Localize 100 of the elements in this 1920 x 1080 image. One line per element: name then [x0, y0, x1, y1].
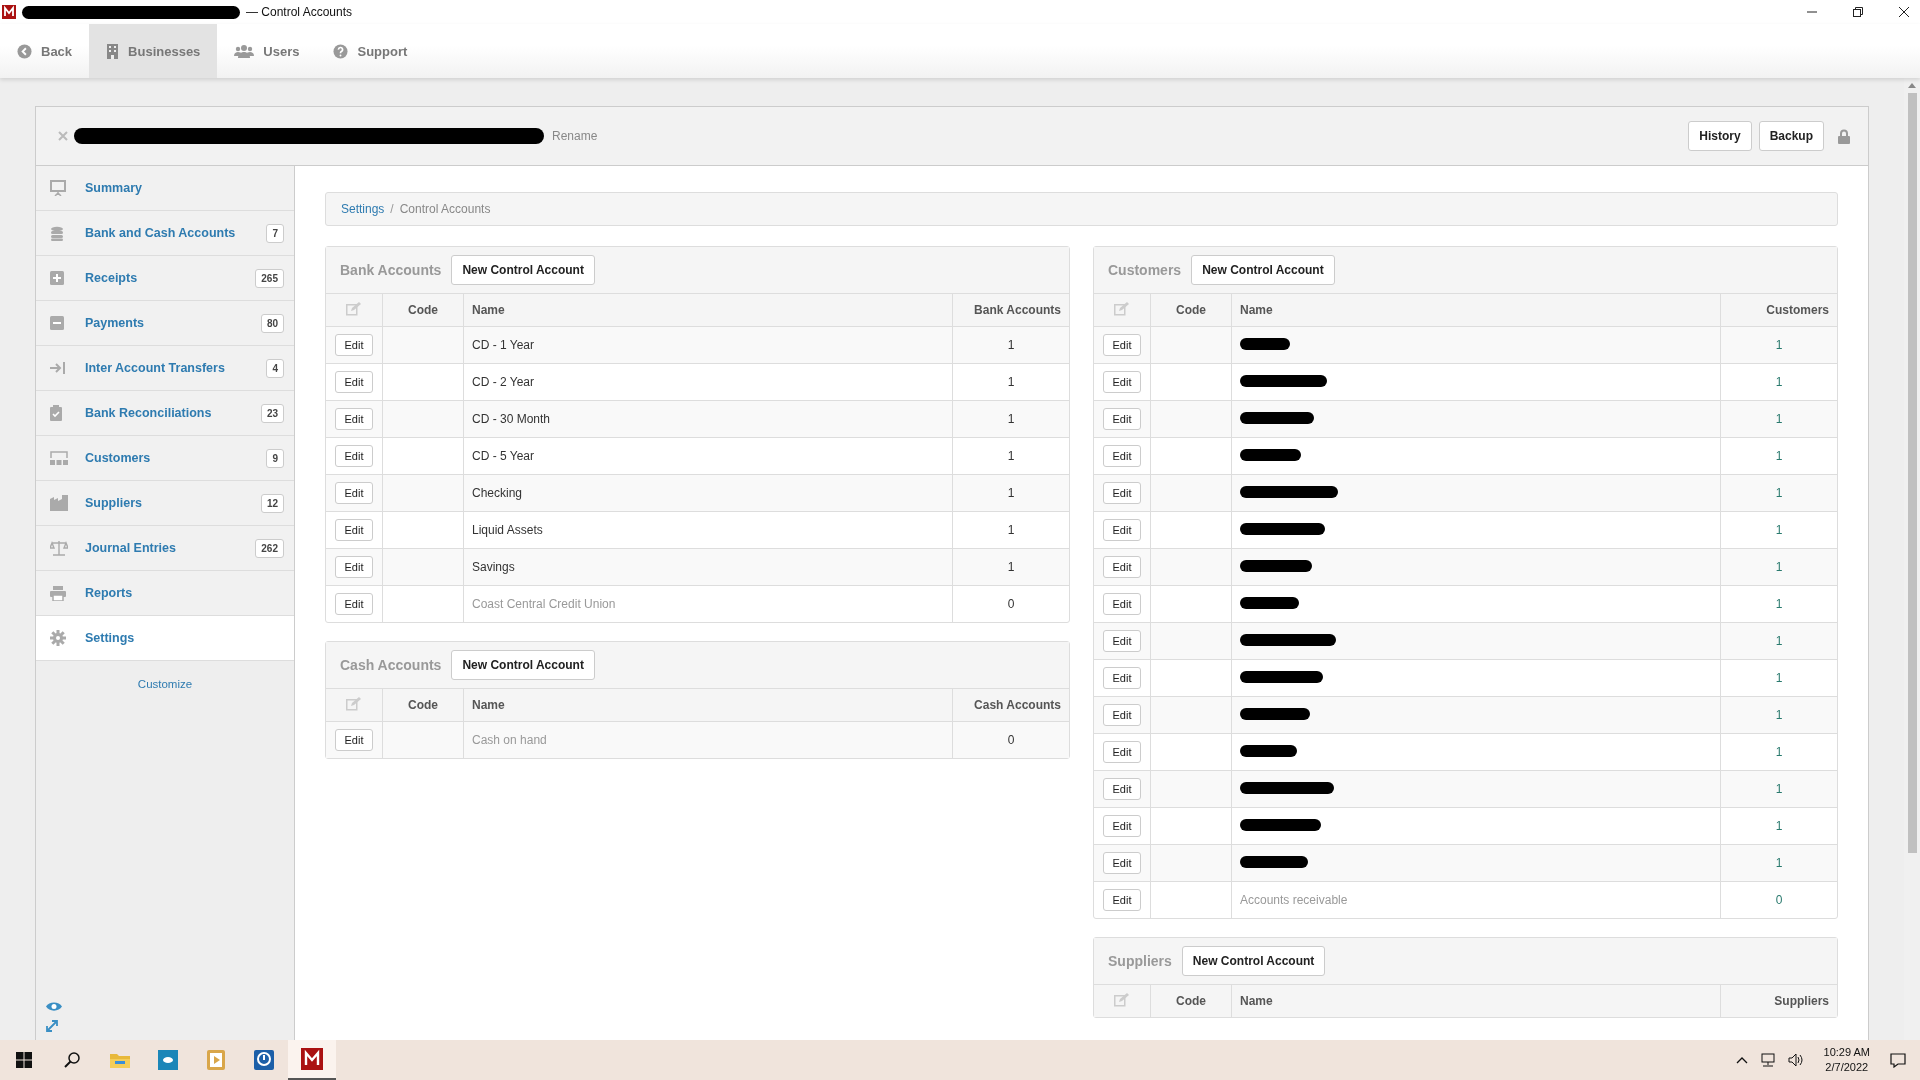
- edit-button[interactable]: Edit: [1102, 408, 1142, 430]
- close-icon[interactable]: [1898, 6, 1910, 18]
- back-icon: [17, 43, 32, 59]
- edit-icon: [346, 301, 362, 316]
- nav-tab[interactable]: Support: [316, 24, 425, 78]
- account-count: 1: [1007, 338, 1015, 352]
- count-badge: 80: [260, 313, 284, 333]
- account-count: 1: [1775, 856, 1783, 870]
- account-count: 0: [1007, 733, 1015, 747]
- sidebar-item[interactable]: Journal Entries 262: [36, 526, 294, 571]
- edit-button[interactable]: Edit: [1102, 741, 1142, 763]
- account-count: 1: [1007, 523, 1015, 537]
- section-title: Customers: [1108, 262, 1182, 278]
- new-account-button[interactable]: New Control Account: [451, 255, 595, 285]
- edit-button[interactable]: Edit: [1102, 334, 1142, 356]
- column-header: Bank Accounts: [952, 293, 1069, 327]
- count-badge: 4: [266, 358, 284, 378]
- customize-link[interactable]: Customize: [36, 661, 294, 707]
- sidebar-item[interactable]: Payments 80: [36, 301, 294, 346]
- count-badge: 12: [260, 493, 284, 513]
- edit-button[interactable]: Edit: [1102, 556, 1142, 578]
- taskbar-app[interactable]: [288, 1040, 336, 1080]
- account-count: 1: [1775, 745, 1783, 759]
- account-name: CD - 30 Month: [472, 412, 551, 426]
- edit-button[interactable]: Edit: [334, 519, 374, 541]
- sidebar-item[interactable]: Receipts 265: [36, 256, 294, 301]
- edit-button[interactable]: Edit: [1102, 667, 1142, 689]
- edit-button[interactable]: Edit: [1102, 445, 1142, 467]
- breadcrumb-current: Control Accounts: [399, 202, 491, 216]
- clock-date[interactable]: 2/7/2022: [1825, 1060, 1869, 1075]
- nav-tab[interactable]: Users: [217, 24, 317, 78]
- sidebar-item[interactable]: Summary: [36, 166, 294, 211]
- column-header: Name: [463, 688, 953, 722]
- edit-button[interactable]: Edit: [1102, 704, 1142, 726]
- sidebar-item[interactable]: Inter Account Transfers 4: [36, 346, 294, 391]
- network-icon[interactable]: [1759, 1053, 1776, 1067]
- breadcrumb-link[interactable]: Settings: [341, 202, 385, 216]
- edit-icon: [1114, 992, 1130, 1007]
- sidebar-item[interactable]: Customers 9: [36, 436, 294, 481]
- account-name: CD - 2 Year: [472, 375, 535, 389]
- edit-button[interactable]: Edit: [1102, 482, 1142, 504]
- edit-button[interactable]: Edit: [334, 408, 374, 430]
- eye-icon[interactable]: [46, 1001, 62, 1012]
- edit-button[interactable]: Edit: [334, 371, 374, 393]
- header-button[interactable]: History: [1688, 121, 1752, 151]
- account-name: Accounts receivable: [1240, 893, 1348, 907]
- edit-button[interactable]: Edit: [334, 729, 374, 751]
- edit-button[interactable]: Edit: [334, 482, 374, 504]
- speaker-icon[interactable]: [1787, 1053, 1804, 1067]
- account-count: 0: [1775, 893, 1783, 907]
- expand-icon[interactable]: [46, 1020, 58, 1032]
- scroll-up-icon[interactable]: [1908, 83, 1916, 88]
- edit-button[interactable]: Edit: [1102, 778, 1142, 800]
- nav-tab[interactable]: Back: [0, 24, 90, 78]
- new-account-button[interactable]: New Control Account: [451, 650, 595, 680]
- sidebar-item[interactable]: Bank and Cash Accounts 7: [36, 211, 294, 256]
- new-account-button[interactable]: New Control Account: [1181, 946, 1326, 976]
- restore-icon[interactable]: [1852, 6, 1864, 18]
- edit-button[interactable]: Edit: [334, 556, 374, 578]
- account-count: 1: [1775, 523, 1783, 537]
- lock-icon[interactable]: [1838, 128, 1850, 144]
- account-count: 1: [1775, 819, 1783, 833]
- column-header: Cash Accounts: [952, 688, 1069, 722]
- factory-icon: [50, 495, 68, 511]
- people-row-icon: [50, 451, 68, 465]
- sidebar-item[interactable]: Bank Reconciliations 23: [36, 391, 294, 436]
- edit-button[interactable]: Edit: [1102, 852, 1142, 874]
- new-account-button[interactable]: New Control Account: [1191, 255, 1335, 285]
- edit-button[interactable]: Edit: [1102, 371, 1142, 393]
- edit-button[interactable]: Edit: [1102, 630, 1142, 652]
- edit-button[interactable]: Edit: [334, 593, 374, 615]
- clipboard-icon: [50, 405, 62, 421]
- sidebar-item[interactable]: Suppliers 12: [36, 481, 294, 526]
- account-count: 1: [1775, 560, 1783, 574]
- column-header: Customers: [1720, 293, 1837, 327]
- settings-icon: [50, 630, 66, 646]
- building-icon: [106, 43, 120, 59]
- clock-time[interactable]: 10:29 AM: [1823, 1045, 1870, 1060]
- account-name: Coast Central Credit Union: [472, 597, 616, 611]
- edit-button[interactable]: Edit: [1102, 815, 1142, 837]
- account-name: CD - 1 Year: [472, 338, 535, 352]
- edit-button[interactable]: Edit: [334, 445, 374, 467]
- edit-button[interactable]: Edit: [334, 334, 374, 356]
- notification-icon[interactable]: [1890, 1052, 1906, 1068]
- account-count: 1: [1775, 782, 1783, 796]
- sidebar-item[interactable]: Reports: [36, 571, 294, 616]
- section-title: Suppliers: [1108, 953, 1172, 969]
- account-count: 1: [1775, 634, 1783, 648]
- edit-button[interactable]: Edit: [1102, 519, 1142, 541]
- account-count: 1: [1007, 449, 1015, 463]
- edit-button[interactable]: Edit: [1102, 593, 1142, 615]
- account-count: 1: [1775, 338, 1783, 352]
- account-name: Cash on hand: [472, 733, 547, 747]
- header-button[interactable]: Backup: [1758, 121, 1824, 151]
- chevron-up-icon[interactable]: [1735, 1056, 1748, 1064]
- section-title: Bank Accounts: [340, 262, 442, 278]
- minus-icon: [50, 316, 64, 330]
- edit-icon: [1114, 301, 1130, 316]
- edit-button[interactable]: Edit: [1102, 889, 1142, 911]
- section-title: Cash Accounts: [340, 657, 442, 673]
